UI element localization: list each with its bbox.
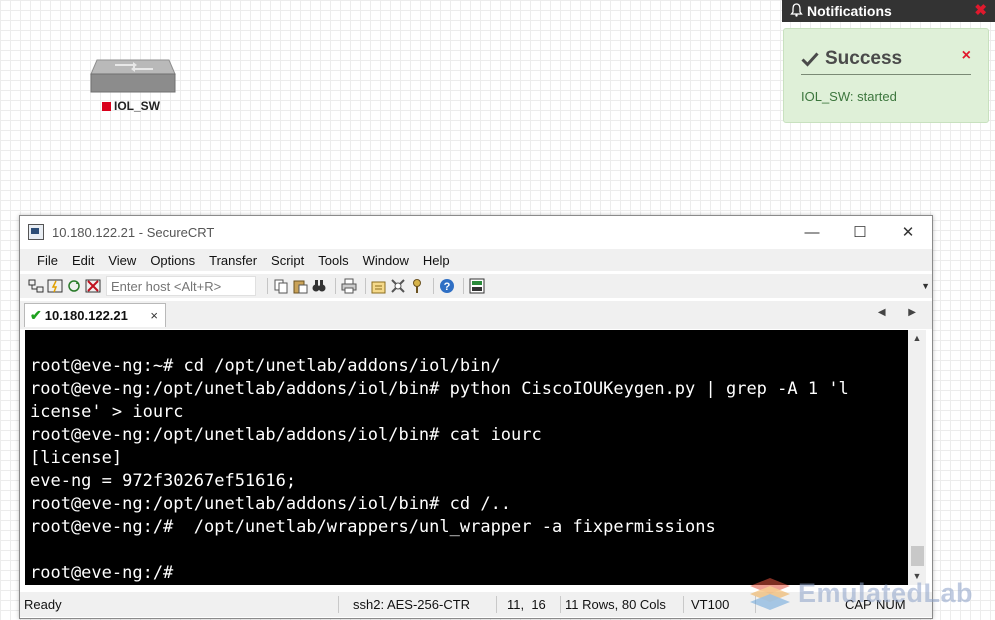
reconnect-icon[interactable] (66, 278, 82, 294)
session-options-icon[interactable] (371, 278, 387, 294)
terminal-output[interactable]: root@eve-ng:~# cd /opt/unetlab/addons/io… (25, 330, 908, 585)
toolbar-separator (433, 278, 434, 294)
quick-connect-icon[interactable] (47, 278, 63, 294)
node-name: IOL_SW (114, 99, 161, 113)
toast-close-icon[interactable]: × (962, 47, 971, 65)
status-ready: Ready (24, 597, 62, 612)
sftp-icon[interactable] (469, 278, 485, 294)
close-window-button[interactable]: ✕ (884, 216, 932, 248)
menu-tools[interactable]: Tools (311, 253, 355, 268)
securecrt-app-icon (28, 224, 44, 240)
terminal-line: root@eve-ng:~# cd /opt/unetlab/addons/io… (30, 356, 501, 376)
bell-icon (790, 2, 803, 20)
tab-scroll-arrows[interactable]: ◀ ▶ (878, 307, 926, 318)
session-tab-label: 10.180.122.21 (44, 308, 128, 323)
status-emulation: VT100 (691, 597, 730, 612)
terminal-line: eve-ng = 972f30267ef51616; (30, 471, 297, 491)
menu-edit[interactable]: Edit (65, 253, 101, 268)
status-terminal-size: 11 Rows, 80 Cols (565, 597, 666, 612)
toolbar: ? ▼ (20, 274, 932, 298)
menu-transfer[interactable]: Transfer (202, 253, 264, 268)
svg-text:?: ? (444, 281, 451, 293)
terminal-line: root@eve-ng:/# /opt/unetlab/wrappers/unl… (30, 517, 716, 537)
toast-message: IOL_SW: started (801, 89, 897, 104)
toolbar-separator (463, 278, 464, 294)
keymap-icon[interactable] (409, 278, 425, 294)
copy-icon[interactable] (273, 278, 289, 294)
node-label: IOL_SW (102, 99, 160, 113)
menu-script[interactable]: Script (264, 253, 311, 268)
watermark: EmulatedLab (748, 576, 973, 610)
terminal-scrollbar[interactable]: ▲ ▼ (908, 330, 926, 585)
scrollbar-thumb[interactable] (911, 546, 924, 566)
success-toast: Success × IOL_SW: started (783, 28, 989, 123)
minimize-button[interactable]: — (788, 216, 836, 248)
terminal-line: [license] (30, 448, 123, 468)
terminal-line: root@eve-ng:/opt/unetlab/addons/iol/bin#… (30, 379, 849, 399)
terminal-line: root@eve-ng:/opt/unetlab/addons/iol/bin#… (30, 494, 512, 514)
scroll-up-icon[interactable]: ▲ (908, 330, 926, 347)
global-options-icon[interactable] (390, 278, 406, 294)
toolbar-overflow-icon[interactable]: ▼ (921, 281, 930, 291)
disconnect-icon[interactable] (85, 278, 101, 294)
watermark-logo (750, 578, 790, 610)
toolbar-separator (365, 278, 366, 294)
toolbar-separator (267, 278, 268, 294)
terminal-line: icense' > iourc (30, 402, 184, 422)
securecrt-window: 10.180.122.21 - SecureCRT — ☐ ✕ File Edi… (19, 215, 933, 619)
status-cipher: ssh2: AES-256-CTR (353, 597, 471, 612)
paste-icon[interactable] (292, 278, 308, 294)
connected-check-icon: ✔ (30, 307, 42, 323)
menu-options[interactable]: Options (143, 253, 202, 268)
menu-bar: File Edit View Options Transfer Script T… (20, 249, 932, 271)
window-title: 10.180.122.21 - SecureCRT (52, 224, 215, 240)
tab-close-icon[interactable]: × (150, 308, 158, 323)
print-icon[interactable] (341, 278, 357, 294)
toast-title-text: Success (825, 48, 903, 69)
maximize-button[interactable]: ☐ (836, 216, 884, 248)
notifications-header: Notifications ✖ (782, 0, 995, 22)
status-divider (496, 596, 497, 613)
status-divider (560, 596, 561, 613)
find-icon[interactable] (311, 278, 327, 294)
notifications-close-icon[interactable]: ✖ (974, 1, 987, 19)
menu-file[interactable]: File (30, 253, 65, 268)
terminal-line: root@eve-ng:/opt/unetlab/addons/iol/bin#… (30, 425, 542, 445)
notifications-title: Notifications (807, 3, 892, 19)
help-icon[interactable]: ? (439, 278, 455, 294)
status-cursor-position: 11, 16 (507, 597, 546, 612)
toast-title: Success (801, 44, 971, 75)
status-divider (338, 596, 339, 613)
session-tab-bar: ✔ 10.180.122.21 × ◀ ▶ (20, 301, 932, 329)
status-divider (683, 596, 684, 613)
title-bar[interactable]: 10.180.122.21 - SecureCRT — ☐ ✕ (20, 216, 932, 248)
checkmark-icon (801, 52, 819, 67)
switch-icon (90, 59, 176, 93)
menu-view[interactable]: View (101, 253, 143, 268)
watermark-text: EmulatedLab (798, 577, 974, 608)
toolbar-separator (335, 278, 336, 294)
node-status-indicator (102, 101, 111, 111)
quick-connect-input[interactable] (106, 276, 256, 296)
session-tab[interactable]: ✔ 10.180.122.21 × (24, 303, 166, 327)
menu-window[interactable]: Window (356, 253, 416, 268)
menu-help[interactable]: Help (416, 253, 457, 268)
connect-icon[interactable] (28, 278, 44, 294)
